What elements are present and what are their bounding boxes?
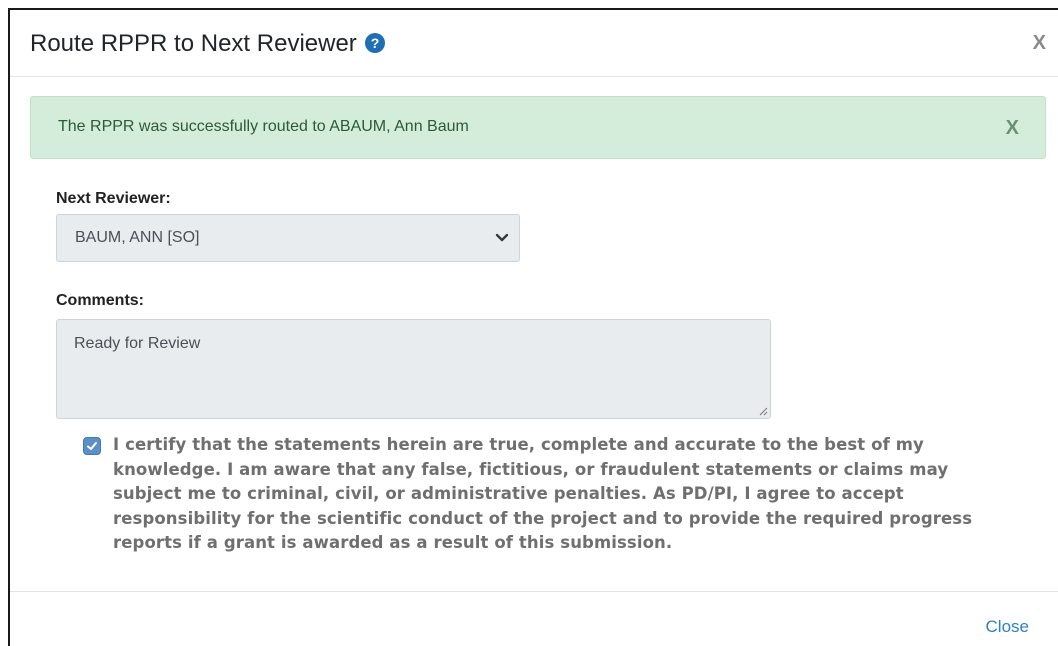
certification-text: I certify that the statements herein are… — [113, 435, 973, 553]
comments-value: Ready for Review — [74, 335, 201, 352]
success-alert: The RPPR was successfully routed to ABAU… — [30, 96, 1046, 159]
modal-footer: Close — [10, 591, 1058, 646]
checkmark-icon — [87, 442, 97, 450]
comments-textarea[interactable]: Ready for Review — [56, 319, 771, 419]
modal-title: Route RPPR to Next Reviewer — [30, 30, 357, 57]
close-button[interactable]: Close — [986, 616, 1029, 638]
resize-handle-icon[interactable] — [758, 406, 768, 416]
svg-text:?: ? — [371, 35, 380, 51]
modal-header: Route RPPR to Next Reviewer? X — [10, 10, 1058, 77]
comments-label: Comments: — [56, 292, 145, 309]
certification-checkbox[interactable] — [83, 437, 101, 455]
route-rppr-modal: Route RPPR to Next Reviewer? X The RPPR … — [8, 8, 1058, 646]
question-circle-icon[interactable]: ? — [364, 31, 385, 53]
chevron-down-icon — [495, 233, 509, 242]
next-reviewer-select[interactable]: BAUM, ANN [SO] — [56, 214, 520, 262]
modal-title-row: Route RPPR to Next Reviewer? — [30, 29, 385, 59]
modal-close-button[interactable]: X — [1033, 32, 1046, 54]
next-reviewer-value: BAUM, ANN [SO] — [75, 229, 200, 246]
alert-close-button[interactable]: X — [1006, 117, 1019, 139]
next-reviewer-label: Next Reviewer: — [56, 190, 171, 207]
alert-message: The RPPR was successfully routed to ABAU… — [58, 118, 469, 135]
